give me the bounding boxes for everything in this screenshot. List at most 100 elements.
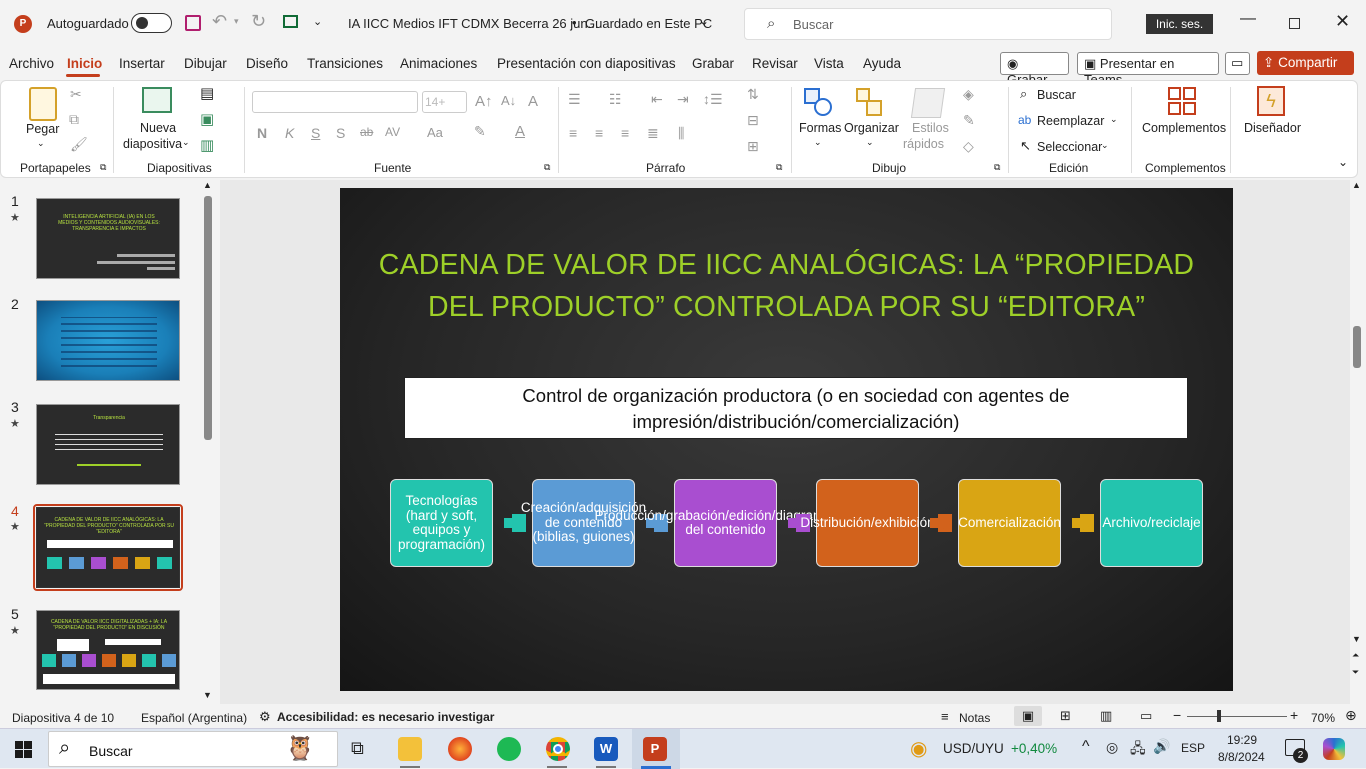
quick-styles-icon[interactable]: [910, 88, 946, 118]
dialog-launcher-icon[interactable]: ⧉: [776, 162, 782, 173]
comments-button[interactable]: ▭: [1225, 52, 1250, 75]
tab-vista[interactable]: Vista: [814, 56, 844, 71]
language-status[interactable]: Español (Argentina): [141, 711, 247, 725]
fit-to-window-icon[interactable]: ⊕: [1345, 707, 1357, 724]
addins-icon[interactable]: [1168, 87, 1196, 115]
shapes-icon[interactable]: [804, 88, 832, 118]
windows-start-icon[interactable]: [15, 741, 32, 758]
currency-change[interactable]: +0,40%: [1011, 741, 1057, 756]
zoom-slider-thumb[interactable]: [1217, 710, 1221, 722]
paste-icon[interactable]: [29, 87, 57, 121]
scroll-down-icon[interactable]: ▼: [203, 690, 212, 700]
select-icon[interactable]: ↖: [1020, 138, 1031, 154]
record-button[interactable]: ◉ Grabar: [1000, 52, 1069, 87]
currency-pair[interactable]: USD/UYU: [943, 741, 1004, 756]
strikethrough-icon[interactable]: ab: [360, 125, 373, 139]
tab-animaciones[interactable]: Animaciones: [400, 56, 477, 71]
zoom-slider[interactable]: [1187, 710, 1287, 722]
collapse-ribbon-icon[interactable]: ⌄: [1338, 155, 1348, 169]
find-button[interactable]: Buscar: [1037, 88, 1076, 102]
organize-button[interactable]: Organizar: [844, 121, 899, 135]
zoom-in-icon[interactable]: +: [1290, 707, 1298, 723]
powerpoint-taskbar-icon[interactable]: P: [643, 737, 667, 761]
slide-thumbnail-2[interactable]: [36, 300, 180, 381]
customize-toolbar-icon[interactable]: ⌄: [313, 15, 322, 28]
chevron-up-icon[interactable]: ^: [1082, 738, 1090, 756]
section-icon[interactable]: ▥: [200, 136, 214, 154]
chain-box-technologies[interactable]: Tecnologías (hard y soft, equipos y prog…: [390, 479, 493, 567]
paste-button[interactable]: Pegar: [26, 122, 59, 136]
decrease-font-icon[interactable]: A↓: [501, 93, 516, 108]
cut-icon[interactable]: ✂: [70, 86, 82, 103]
tab-grabar[interactable]: Grabar: [692, 56, 734, 71]
columns-icon[interactable]: ⫼: [678, 125, 684, 142]
align-text-icon[interactable]: ⊟: [747, 112, 759, 129]
clock-date[interactable]: 8/8/2024: [1218, 750, 1265, 764]
select-button[interactable]: Seleccionar: [1037, 140, 1102, 154]
align-center-icon[interactable]: ≡: [595, 125, 603, 141]
designer-icon[interactable]: ϟ: [1257, 86, 1285, 116]
spotify-icon[interactable]: [497, 737, 521, 761]
chevron-down-icon[interactable]: ⌄: [1101, 140, 1109, 151]
network-icon[interactable]: 🖧: [1130, 738, 1146, 762]
previous-slide-icon[interactable]: ⏶: [1352, 650, 1359, 661]
start-from-beginning-icon[interactable]: [283, 15, 298, 28]
tab-diseno[interactable]: Diseño: [246, 56, 288, 71]
tab-transiciones[interactable]: Transiciones: [307, 56, 383, 71]
redo-icon[interactable]: ↻: [251, 11, 266, 32]
bullets-icon[interactable]: ☰: [568, 91, 581, 108]
chain-box-distribution[interactable]: Distribución/exhibición: [800, 479, 935, 567]
scroll-up-icon[interactable]: ▲: [203, 180, 212, 190]
next-slide-icon[interactable]: ⏷: [1352, 667, 1359, 678]
slide-title[interactable]: CADENA DE VALOR DE IICC ANALÓGICAS: LA “…: [370, 244, 1203, 328]
font-name-select[interactable]: [252, 91, 418, 113]
numbering-icon[interactable]: ☷: [609, 91, 622, 108]
editor-scrollbar[interactable]: [1353, 326, 1361, 368]
tab-presentacion[interactable]: Presentación con diapositivas: [497, 56, 676, 71]
normal-view-icon[interactable]: ▣: [1014, 706, 1042, 726]
copy-icon[interactable]: ⧉: [69, 111, 79, 128]
present-in-teams-button[interactable]: ▣ Presentar en Teams: [1077, 52, 1219, 87]
save-icon[interactable]: [185, 15, 201, 31]
shadow-icon[interactable]: S: [336, 125, 345, 141]
reading-view-icon[interactable]: ▥: [1100, 708, 1112, 724]
addins-button[interactable]: Complementos: [1142, 121, 1226, 135]
search-box[interactable]: ⌕ Buscar: [744, 8, 1112, 40]
chevron-down-icon[interactable]: ⌄: [1110, 114, 1118, 125]
chain-box-commercialization[interactable]: Comercialización: [958, 479, 1061, 567]
replace-button[interactable]: Reemplazar: [1037, 114, 1104, 128]
slide-thumbnail-3[interactable]: Transparencia: [36, 404, 180, 485]
shape-effects-icon[interactable]: ◇: [963, 138, 974, 155]
reset-icon[interactable]: ▣: [200, 110, 214, 128]
char-spacing-icon[interactable]: AV: [385, 125, 400, 139]
dialog-launcher-icon[interactable]: ⧉: [100, 162, 106, 173]
clear-format-icon[interactable]: A: [528, 93, 538, 110]
text-direction-icon[interactable]: ⇅: [747, 86, 759, 103]
dialog-launcher-icon[interactable]: ⧉: [544, 162, 550, 173]
clock-time[interactable]: 19:29: [1227, 733, 1257, 747]
notes-icon[interactable]: ≡: [941, 709, 949, 724]
chain-box-production[interactable]: Producción/grabación/edición/diagramació…: [595, 479, 856, 567]
close-icon[interactable]: ✕: [1335, 11, 1350, 32]
chevron-down-icon[interactable]: ⌄: [699, 14, 709, 28]
shapes-button[interactable]: Formas: [799, 121, 841, 135]
new-slide-label-2[interactable]: diapositiva: [123, 137, 182, 151]
organize-icon[interactable]: [856, 88, 884, 118]
quick-styles-label[interactable]: Estilos: [912, 121, 949, 135]
volume-icon[interactable]: 🔊: [1153, 738, 1170, 755]
scroll-down-icon[interactable]: ▼: [1352, 634, 1361, 644]
zoom-out-icon[interactable]: −: [1173, 707, 1181, 723]
chain-box-archive[interactable]: Archivo/reciclaje: [1100, 479, 1203, 567]
thumbnail-scrollbar[interactable]: [204, 196, 212, 440]
slideshow-icon[interactable]: ▭: [1140, 708, 1152, 724]
tab-ayuda[interactable]: Ayuda: [863, 56, 901, 71]
input-language[interactable]: ESP: [1181, 741, 1205, 755]
taskbar-search-box[interactable]: ⌕ Buscar 🦉: [48, 731, 338, 767]
copilot-icon[interactable]: [1323, 738, 1345, 760]
line-spacing-icon[interactable]: ↕☰: [703, 91, 723, 108]
chevron-down-icon[interactable]: ⌄: [37, 138, 45, 149]
italic-icon[interactable]: K: [285, 125, 294, 141]
font-color-icon[interactable]: A: [515, 123, 525, 140]
slide-thumbnail-1[interactable]: INTELIGENCIA ARTIFICIAL (IA) EN LOS MEDI…: [36, 198, 180, 279]
slide-canvas[interactable]: CADENA DE VALOR DE IICC ANALÓGICAS: LA “…: [340, 188, 1233, 691]
